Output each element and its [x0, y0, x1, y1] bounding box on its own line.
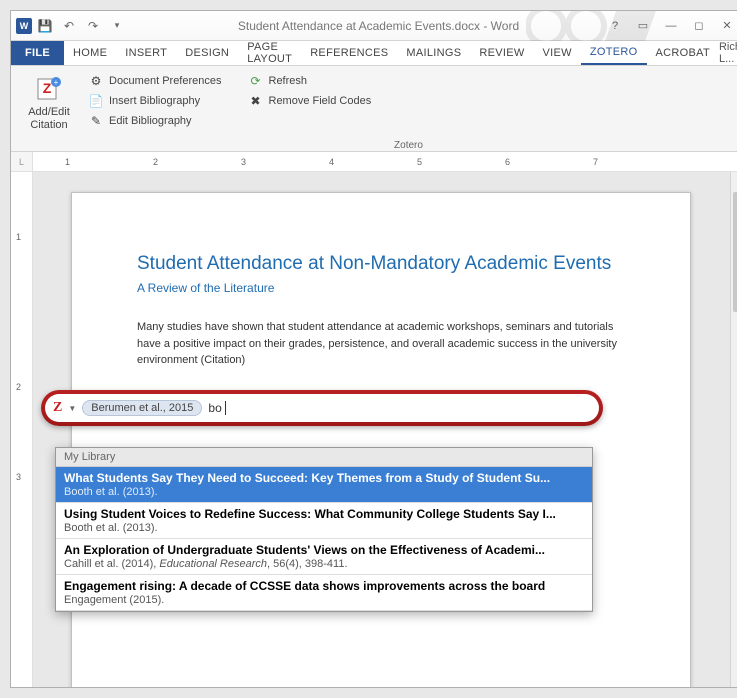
- close-icon[interactable]: ✕: [713, 15, 737, 37]
- minimize-icon[interactable]: —: [657, 15, 685, 37]
- tab-insert[interactable]: INSERT: [116, 41, 176, 65]
- result-meta: Booth et al. (2013).: [64, 522, 584, 534]
- vertical-ruler[interactable]: 1 2 3: [11, 172, 33, 687]
- citation-result-item[interactable]: What Students Say They Need to Succeed: …: [56, 467, 592, 503]
- tab-zotero[interactable]: ZOTERO: [581, 41, 647, 65]
- ruler-corner[interactable]: L: [11, 152, 33, 171]
- document-page[interactable]: Student Attendance at Non-Mandatory Acad…: [71, 192, 691, 687]
- result-meta: Booth et al. (2013).: [64, 486, 584, 498]
- citation-result-item[interactable]: Using Student Voices to Redefine Success…: [56, 503, 592, 539]
- tab-file[interactable]: FILE: [11, 41, 64, 65]
- tab-view[interactable]: VIEW: [534, 41, 581, 65]
- result-title: Using Student Voices to Redefine Success…: [64, 507, 584, 521]
- zotero-z-icon[interactable]: Z: [53, 400, 62, 416]
- result-title: What Students Say They Need to Succeed: …: [64, 471, 584, 485]
- citation-search-input[interactable]: bo: [208, 401, 226, 415]
- undo-icon[interactable]: ↶: [58, 15, 80, 37]
- ribbon: Z+ Add/EditCitation ⚙ Document Preferenc…: [11, 66, 737, 152]
- result-meta: Engagement (2015).: [64, 594, 584, 606]
- ribbon-tabs: FILE HOMEINSERTDESIGNPAGE LAYOUTREFERENC…: [11, 41, 737, 66]
- zotero-citation-icon: Z+: [33, 72, 65, 104]
- result-meta: Cahill et al. (2014), Educational Resear…: [64, 558, 584, 570]
- add-edit-citation-label: Add/EditCitation: [28, 106, 70, 132]
- citation-result-item[interactable]: An Exploration of Undergraduate Students…: [56, 539, 592, 575]
- refresh-button[interactable]: ⟳ Refresh: [244, 72, 376, 90]
- zotero-citation-bar: Z ▼ Berumen et al., 2015 bo: [41, 390, 603, 426]
- edit-bibliography-button[interactable]: ✎ Edit Bibliography: [84, 112, 226, 130]
- results-library-header: My Library: [56, 448, 592, 467]
- result-title: Engagement rising: A decade of CCSSE dat…: [64, 579, 584, 593]
- document-preferences-button[interactable]: ⚙ Document Preferences: [84, 72, 226, 90]
- document-subtitle: A Review of the Literature: [137, 281, 625, 295]
- qat-customize-icon[interactable]: ▾: [106, 15, 128, 37]
- maximize-icon[interactable]: ◻: [685, 15, 713, 37]
- bibliography-icon: 📄: [88, 93, 104, 109]
- word-window: W 💾 ↶ ↷ ▾ Student Attendance at Academic…: [10, 10, 737, 688]
- add-edit-citation-button[interactable]: Z+ Add/EditCitation: [24, 69, 74, 132]
- citation-results-popup: My Library What Students Say They Need t…: [55, 447, 593, 612]
- user-name: Richelle L...: [719, 41, 737, 65]
- refresh-icon: ⟳: [248, 73, 264, 89]
- scroll-thumb[interactable]: [733, 192, 737, 312]
- chevron-down-icon[interactable]: ▼: [68, 404, 76, 413]
- redo-icon[interactable]: ↷: [82, 15, 104, 37]
- window-title: Student Attendance at Academic Events.do…: [238, 19, 519, 33]
- svg-text:+: +: [54, 78, 59, 87]
- remove-field-codes-button[interactable]: ✖ Remove Field Codes: [244, 92, 376, 110]
- tab-acrobat[interactable]: ACROBAT: [647, 41, 719, 65]
- document-title: Student Attendance at Non-Mandatory Acad…: [137, 253, 625, 275]
- result-title: An Exploration of Undergraduate Students…: [64, 543, 584, 557]
- tab-mailings[interactable]: MAILINGS: [397, 41, 470, 65]
- ribbon-options-icon[interactable]: ▭: [629, 15, 657, 37]
- document-paragraph: Many studies have shown that student att…: [137, 319, 625, 369]
- insert-bibliography-button[interactable]: 📄 Insert Bibliography: [84, 92, 226, 110]
- gear-icon: ⚙: [88, 73, 104, 89]
- tab-design[interactable]: DESIGN: [176, 41, 238, 65]
- ribbon-group-label: Zotero: [76, 140, 737, 151]
- citation-result-item[interactable]: Engagement rising: A decade of CCSSE dat…: [56, 575, 592, 611]
- citation-chip[interactable]: Berumen et al., 2015: [82, 400, 202, 416]
- tab-review[interactable]: REVIEW: [470, 41, 533, 65]
- remove-codes-icon: ✖: [248, 93, 264, 109]
- titlebar: W 💾 ↶ ↷ ▾ Student Attendance at Academic…: [11, 11, 737, 41]
- vertical-scrollbar[interactable]: [730, 172, 737, 687]
- svg-text:Z: Z: [43, 80, 52, 96]
- word-app-icon: W: [16, 18, 32, 34]
- tab-references[interactable]: REFERENCES: [301, 41, 397, 65]
- document-area: 1 2 3 Student Attendance at Non-Mandator…: [11, 172, 737, 687]
- tab-page-layout[interactable]: PAGE LAYOUT: [238, 41, 301, 65]
- save-icon[interactable]: 💾: [34, 15, 56, 37]
- edit-bibliography-icon: ✎: [88, 113, 104, 129]
- tab-home[interactable]: HOME: [64, 41, 116, 65]
- user-account[interactable]: Richelle L... ▾: [719, 41, 737, 65]
- help-icon[interactable]: ?: [601, 15, 629, 37]
- horizontal-ruler[interactable]: L 1234567: [11, 152, 737, 172]
